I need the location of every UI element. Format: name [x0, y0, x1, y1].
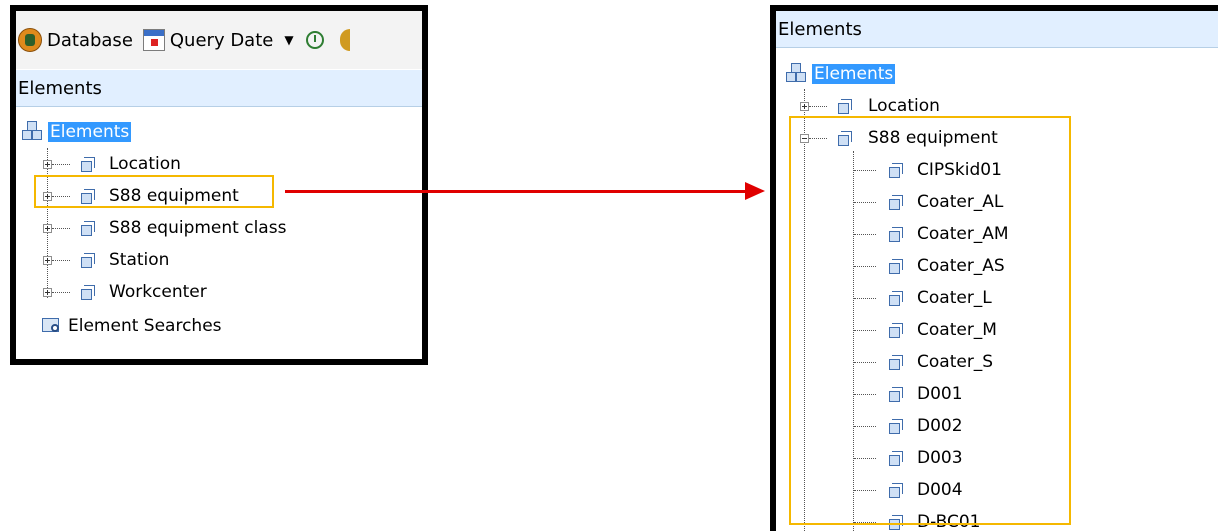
- toolbar-overflow-icon[interactable]: [339, 29, 350, 51]
- chevron-down-icon[interactable]: ▼: [284, 33, 293, 47]
- expand-icon[interactable]: [43, 223, 52, 233]
- element-cube-icon: [80, 156, 97, 173]
- elements-root-icon: [22, 121, 44, 143]
- toolbar: Database Query Date ▼: [16, 11, 422, 69]
- tree-root-elements[interactable]: Elements: [786, 61, 896, 87]
- expand-icon[interactable]: [800, 101, 809, 111]
- pane-title: Elements: [18, 77, 102, 99]
- clock-icon[interactable]: [305, 31, 324, 49]
- tree-item-label: Workcenter: [109, 282, 207, 302]
- tree-item-station[interactable]: Station: [43, 247, 169, 273]
- expand-icon[interactable]: [43, 159, 52, 169]
- tree-item-s88-equipment-class[interactable]: S88 equipment class: [43, 215, 286, 241]
- tree-item-label: Location: [109, 154, 181, 174]
- arrow-head-icon: [745, 182, 765, 200]
- highlight-box-right: [789, 116, 1071, 525]
- calendar-icon: [142, 29, 165, 51]
- database-icon: [18, 28, 42, 52]
- query-date-label: Query Date: [169, 29, 274, 51]
- tree-item-location[interactable]: Location: [43, 151, 181, 177]
- element-cube-icon: [80, 284, 97, 301]
- tree-item-label: Location: [868, 96, 940, 116]
- element-cube-icon: [80, 220, 97, 237]
- element-cube-icon: [80, 252, 97, 269]
- highlight-box-left: [34, 175, 274, 208]
- tree-root-elements[interactable]: Elements: [22, 119, 132, 145]
- elements-pane-header: Elements: [16, 70, 422, 107]
- database-button[interactable]: Database: [18, 28, 133, 52]
- elements-pane-header: Elements: [776, 11, 1218, 48]
- tree-item-workcenter[interactable]: Workcenter: [43, 279, 207, 305]
- query-date-button[interactable]: Query Date ▼: [142, 29, 294, 51]
- tree-item-label: Element Searches: [68, 316, 222, 336]
- arrow-line: [285, 190, 747, 193]
- element-cube-icon: [837, 98, 854, 115]
- tree-item-label: Station: [109, 250, 170, 270]
- tree-root-label: Elements: [48, 122, 132, 142]
- database-label: Database: [47, 29, 133, 51]
- tree-item-label: S88 equipment class: [109, 218, 287, 238]
- tree-item-element-searches[interactable]: Element Searches: [42, 313, 222, 339]
- expand-icon[interactable]: [43, 287, 52, 297]
- tree-root-label: Elements: [812, 64, 896, 84]
- element-search-icon: [42, 316, 64, 336]
- elements-root-icon: [786, 63, 808, 85]
- pane-title: Elements: [778, 18, 862, 40]
- expand-icon[interactable]: [43, 255, 52, 265]
